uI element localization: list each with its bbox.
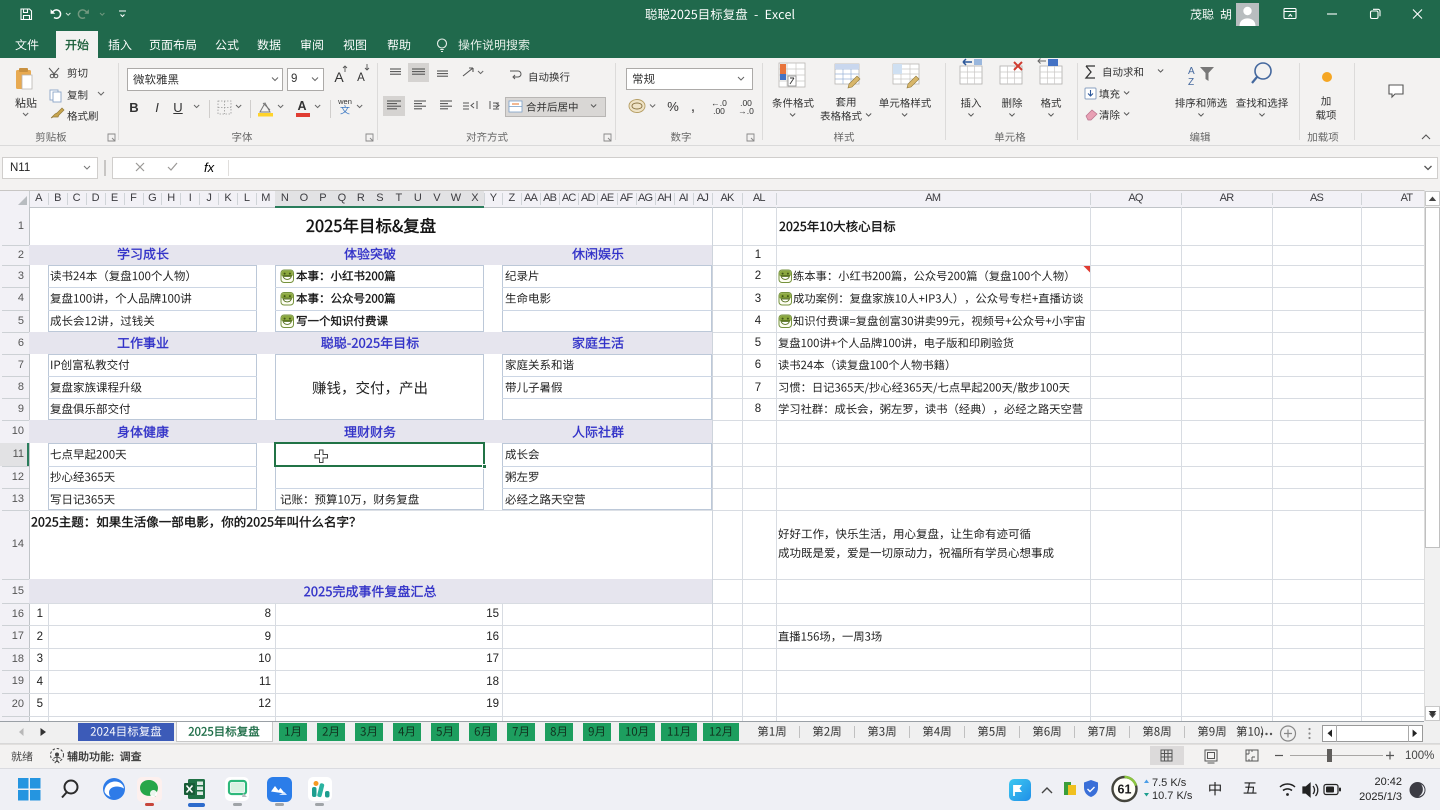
svg-text:61: 61: [1118, 783, 1132, 797]
svg-text:Z: Z: [1188, 77, 1194, 88]
svg-text:A: A: [1188, 66, 1195, 77]
